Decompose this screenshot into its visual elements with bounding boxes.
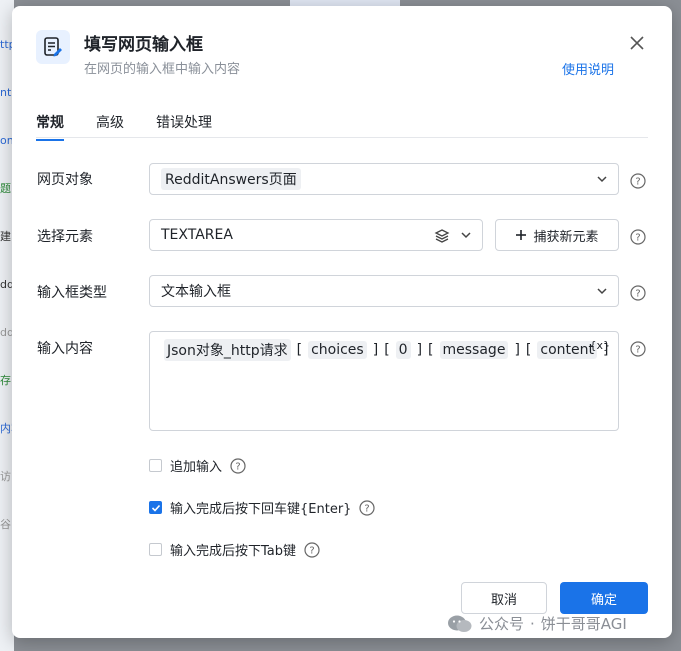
key-token: message — [439, 341, 509, 359]
help-circle-icon[interactable]: ? — [304, 541, 320, 558]
svg-text:?: ? — [635, 345, 640, 356]
chevron-down-icon — [597, 288, 607, 295]
insert-variable-icon[interactable]: {x} — [589, 339, 610, 352]
svg-text:?: ? — [635, 233, 640, 244]
edit-document-icon — [36, 30, 70, 64]
press-enter-option[interactable]: 输入完成后按下回车键{Enter} ? — [149, 498, 376, 517]
capture-element-label: 捕获新元素 — [533, 229, 599, 245]
append-input-option[interactable]: 追加输入 ? — [149, 456, 246, 475]
help-circle-icon[interactable]: ? — [359, 499, 376, 516]
variable-token: Json对象_http请求 — [164, 339, 291, 361]
web-object-value: RedditAnswers页面 — [161, 168, 301, 190]
svg-text:?: ? — [635, 177, 640, 188]
tab-advanced[interactable]: 高级 — [96, 112, 124, 140]
svg-text:?: ? — [365, 503, 370, 514]
input-content-label: 输入内容 — [37, 341, 93, 357]
bracket-open: [ — [525, 342, 532, 358]
append-input-label: 追加输入 — [170, 460, 223, 475]
svg-text:?: ? — [635, 289, 640, 300]
tab-general[interactable]: 常规 — [36, 112, 64, 141]
help-circle-icon[interactable]: ? — [630, 285, 646, 301]
tab-error-handling[interactable]: 错误处理 — [156, 112, 212, 140]
watermark: 公众号 · 饼干哥哥AGI — [447, 613, 627, 634]
press-tab-option[interactable]: 输入完成后按下Tab键 ? — [149, 540, 320, 559]
bg-fragment: 存 — [0, 374, 11, 387]
watermark-account: 公众号 — [479, 615, 525, 633]
watermark-separator: · — [530, 614, 535, 633]
bracket-open: [ — [384, 342, 390, 358]
index-token: 0 — [395, 341, 411, 359]
bg-fragment: 题 — [0, 182, 11, 195]
key-token: content — [537, 341, 597, 359]
press-enter-checkbox[interactable] — [149, 501, 162, 514]
bracket-close: ] — [372, 342, 379, 358]
help-circle-icon[interactable]: ? — [230, 457, 246, 474]
svg-text:?: ? — [309, 545, 314, 556]
svg-text:?: ? — [235, 461, 240, 472]
chevron-down-icon — [597, 176, 607, 183]
dialog-title: 填写网页输入框 — [84, 35, 203, 55]
capture-element-button[interactable]: 捕获新元素 — [495, 219, 619, 251]
close-button[interactable] — [626, 32, 648, 54]
web-object-select[interactable]: RedditAnswers页面 — [149, 163, 619, 195]
fill-web-input-dialog: 填写网页输入框 在网页的输入框中输入内容 使用说明 常规 高级 错误处理 网页对… — [12, 6, 672, 638]
confirm-button[interactable]: 确定 — [560, 582, 648, 614]
input-type-value: 文本输入框 — [161, 284, 231, 300]
press-tab-checkbox[interactable] — [149, 543, 162, 556]
cancel-button[interactable]: 取消 — [461, 582, 547, 614]
bracket-open: [ — [296, 342, 303, 358]
input-type-select[interactable]: 文本输入框 — [149, 275, 619, 307]
web-object-label: 网页对象 — [37, 172, 93, 188]
dialog-subtitle: 在网页的输入框中输入内容 — [84, 62, 241, 77]
bg-fragment: 访 — [0, 470, 11, 483]
plus-icon — [516, 230, 527, 240]
input-content-editor[interactable]: Json对象_http请求 [ choices ] [ 0 ] [ messag… — [149, 331, 619, 431]
bracket-close: ] — [416, 342, 423, 358]
tab-bar: 常规 高级 错误处理 — [36, 112, 648, 141]
press-enter-label: 输入完成后按下回车键{Enter} — [170, 502, 352, 517]
close-icon — [630, 36, 644, 50]
key-token: choices — [308, 341, 367, 359]
press-tab-label: 输入完成后按下Tab键 — [170, 544, 297, 559]
chevron-down-icon — [461, 232, 471, 239]
element-value: TEXTAREA — [161, 227, 233, 243]
bg-fragment: 建 — [0, 230, 11, 243]
wechat-icon — [448, 615, 472, 632]
watermark-name: 饼干哥哥AGI — [540, 615, 627, 633]
help-circle-icon[interactable]: ? — [630, 341, 646, 357]
element-select[interactable]: TEXTAREA — [149, 219, 483, 251]
layers-icon[interactable] — [434, 228, 450, 244]
bracket-close: ] — [514, 342, 520, 358]
expression-tokens: Json对象_http请求 [ choices ] [ 0 ] [ messag… — [164, 339, 608, 361]
checkmark-icon — [151, 504, 160, 512]
input-type-label: 输入框类型 — [37, 285, 107, 301]
bracket-open: [ — [428, 342, 434, 358]
select-element-label: 选择元素 — [37, 229, 93, 245]
append-input-checkbox[interactable] — [149, 459, 162, 472]
help-link[interactable]: 使用说明 — [562, 59, 614, 78]
bg-fragment: 谷 — [0, 518, 11, 531]
help-circle-icon[interactable]: ? — [630, 229, 646, 245]
help-circle-icon[interactable]: ? — [630, 173, 646, 189]
